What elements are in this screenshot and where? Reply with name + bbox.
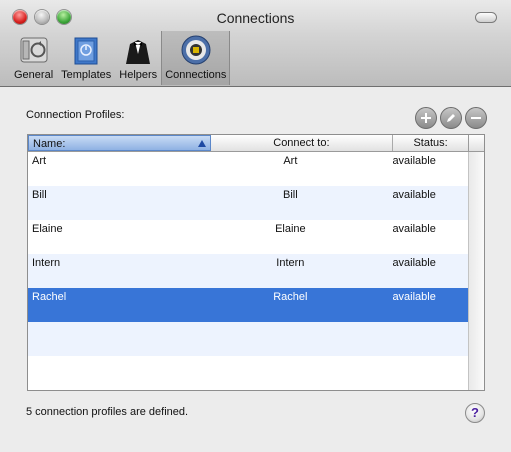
add-profile-button[interactable] [415, 107, 437, 129]
table-row[interactable]: Bill Bill available [28, 186, 469, 220]
tab-connections[interactable]: Connections [161, 31, 231, 85]
table-row-empty [28, 322, 469, 356]
column-header-name[interactable]: Name: [28, 135, 211, 151]
tab-templates[interactable]: Templates [57, 31, 115, 85]
column-header-name-label: Name: [33, 138, 66, 150]
table-row[interactable]: Intern Intern available [28, 254, 469, 288]
cell-status: available [392, 257, 436, 269]
table-row-empty [28, 356, 469, 390]
cell-status: available [392, 291, 436, 303]
plus-icon [421, 113, 431, 123]
table-row[interactable]: Elaine Elaine available [28, 220, 469, 254]
tab-helpers[interactable]: Helpers [115, 31, 161, 85]
table-row[interactable]: Art Art available [28, 152, 469, 186]
connection-profiles-table[interactable]: Name: Connect to: Status: Art Art availa… [27, 134, 485, 391]
window: Connections General Templates Helpers Co… [0, 0, 511, 452]
cell-connect: Art [283, 155, 298, 167]
sort-ascending-icon [197, 140, 206, 147]
cell-name: Elaine [32, 223, 63, 235]
table-rows: Art Art available Bill Bill available El… [28, 152, 469, 390]
connections-icon [180, 34, 212, 66]
vertical-scrollbar[interactable] [468, 152, 484, 390]
tab-templates-label: Templates [61, 69, 112, 81]
cell-connect: Rachel [273, 291, 308, 303]
header-corner [468, 135, 484, 152]
column-header-status[interactable]: Status: [393, 135, 469, 151]
table-row-selected[interactable]: Rachel Rachel available [28, 288, 469, 322]
templates-icon [70, 34, 102, 66]
cell-name: Intern [32, 257, 61, 269]
pencil-icon [447, 114, 455, 122]
minus-icon [471, 117, 481, 119]
cell-status: available [392, 223, 436, 235]
tab-helpers-label: Helpers [119, 69, 158, 81]
help-button[interactable]: ? [465, 403, 485, 423]
column-header-connect[interactable]: Connect to: [211, 135, 394, 151]
connection-profiles-label: Connection Profiles: [26, 109, 125, 121]
helpers-icon [122, 34, 154, 66]
table-header: Name: Connect to: Status: [28, 135, 469, 152]
cell-status: available [392, 155, 436, 167]
cell-name: Bill [32, 189, 47, 201]
tab-connections-label: Connections [165, 69, 227, 81]
edit-profile-button[interactable] [440, 107, 462, 129]
profiles-count-text: 5 connection profiles are defined. [26, 406, 189, 418]
general-icon [18, 34, 50, 66]
toolbar-toggle-button[interactable] [475, 12, 497, 23]
tab-general[interactable]: General [10, 31, 57, 85]
cell-connect: Bill [283, 189, 298, 201]
window-title: Connections [216, 10, 295, 26]
cell-name: Rachel [32, 291, 67, 303]
cell-name: Art [32, 155, 47, 167]
cell-connect: Elaine [275, 223, 306, 235]
remove-profile-button[interactable] [465, 107, 487, 129]
titlebar-toolbar: Connections General Templates Helpers Co… [0, 0, 511, 87]
cell-connect: Intern [276, 257, 305, 269]
toolbar-tabs: General Templates Helpers Connections [10, 31, 231, 85]
cell-status: available [392, 189, 436, 201]
tab-general-label: General [14, 69, 54, 81]
